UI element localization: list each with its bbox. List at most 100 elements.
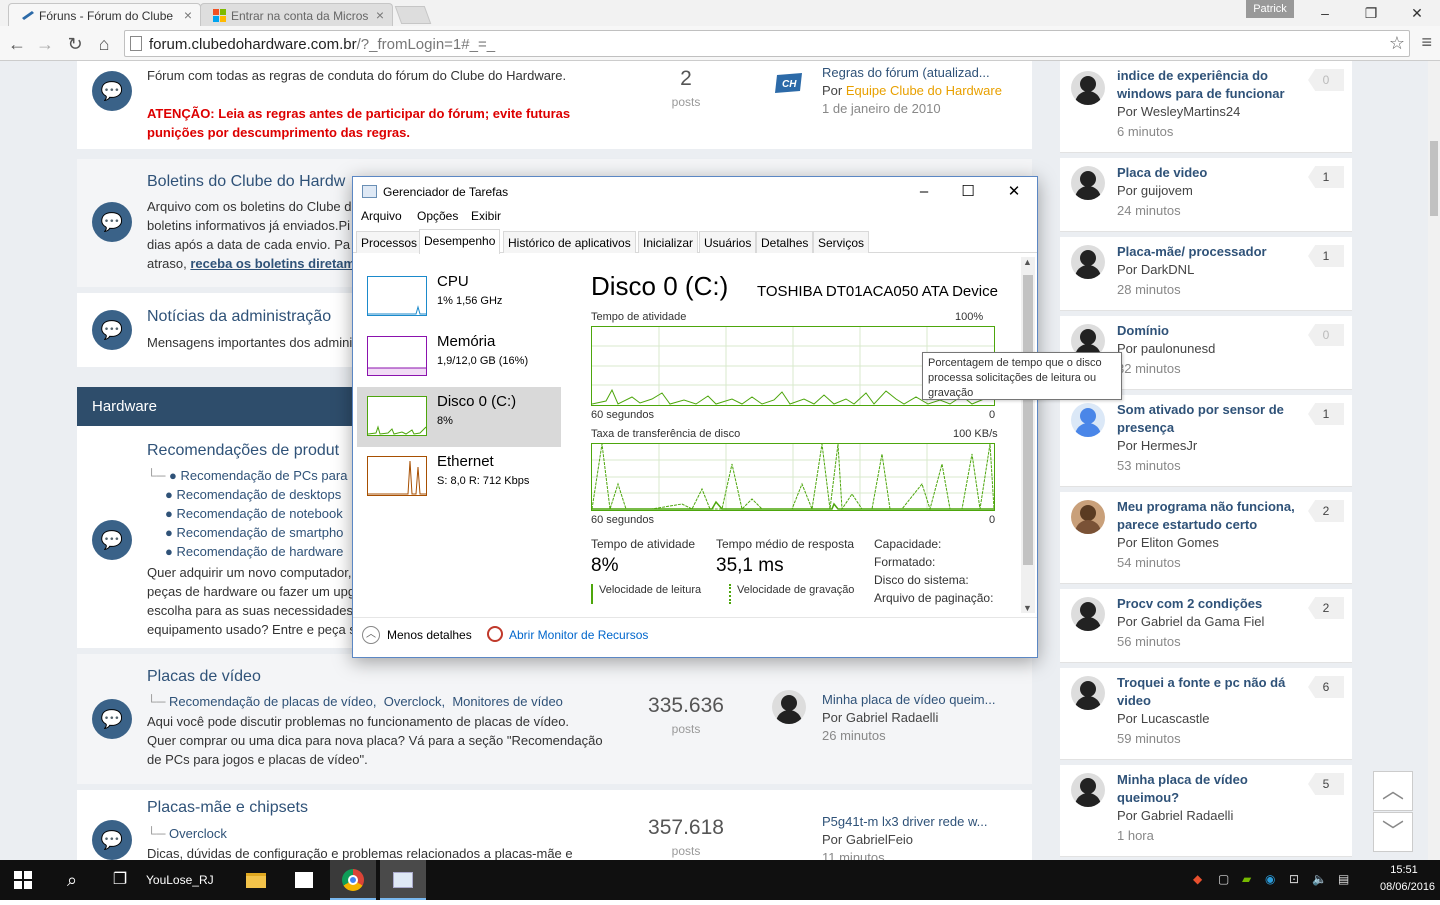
tray-sync-icon[interactable]: ◉ bbox=[1265, 872, 1279, 886]
scroll-top-button[interactable]: ︿ bbox=[1373, 771, 1413, 811]
close-tab-icon[interactable]: × bbox=[376, 7, 384, 23]
resource-disco[interactable]: Disco 0 (C:) 8% bbox=[357, 387, 561, 447]
minimize-icon[interactable]: – bbox=[1302, 0, 1348, 26]
task-view-icon[interactable]: ❐ bbox=[98, 860, 142, 900]
bookmark-star-icon[interactable]: ☆ bbox=[1389, 33, 1405, 54]
topic-author: Por paulonunesd bbox=[1117, 341, 1216, 356]
recent-topic[interactable]: Placa de video Por guijovem 24 minutos 1 bbox=[1060, 158, 1352, 232]
close-tab-icon[interactable]: × bbox=[184, 7, 192, 23]
scroll-up-icon[interactable]: ▲ bbox=[1023, 257, 1032, 267]
forum-title[interactable]: Placas de vídeo bbox=[147, 668, 261, 686]
subforum-link[interactable]: └─ Overclock bbox=[147, 826, 227, 841]
tab-usuarios[interactable]: Usuários bbox=[699, 231, 757, 253]
action-center-icon[interactable]: ▤ bbox=[1338, 872, 1352, 886]
recent-topic[interactable]: Som ativado por sensor de presença Por H… bbox=[1060, 395, 1352, 487]
taskbar-label[interactable]: YouLose_RJ bbox=[146, 860, 226, 900]
home-icon[interactable]: ⌂ bbox=[93, 33, 115, 55]
tm-scrollbar[interactable]: ▲ ▼ bbox=[1021, 257, 1035, 613]
menu-exibir[interactable]: Exibir bbox=[471, 209, 501, 223]
restore-icon[interactable]: ❐ bbox=[1348, 0, 1394, 26]
subforum-links[interactable]: └─ Recomendação de placas de vídeo, Over… bbox=[147, 694, 563, 709]
subforum-link[interactable]: ● Recomendação de desktops bbox=[165, 487, 341, 502]
tray-app-icon[interactable]: ◆ bbox=[1193, 872, 1207, 886]
search-icon[interactable]: ⌕ bbox=[50, 860, 94, 900]
recent-topic[interactable]: Troquei a fonte e pc não dá video Por Lu… bbox=[1060, 668, 1352, 760]
open-resource-monitor-link[interactable]: Abrir Monitor de Recursos bbox=[509, 628, 648, 642]
network-icon[interactable]: ⊡ bbox=[1289, 872, 1303, 886]
forum-title[interactable]: Boletins do Clube do Hardw bbox=[147, 173, 345, 191]
tab-historico[interactable]: Histórico de aplicativos bbox=[503, 231, 636, 253]
close-window-icon[interactable]: ✕ bbox=[1394, 0, 1440, 26]
volume-icon[interactable]: 🔈 bbox=[1312, 872, 1327, 886]
scroll-bottom-button[interactable]: ﹀ bbox=[1373, 812, 1413, 852]
stat-active-time: 8% bbox=[591, 555, 619, 576]
topic-title[interactable]: Placa-mãe/ processador bbox=[1117, 243, 1297, 261]
maximize-icon[interactable]: ☐ bbox=[945, 179, 991, 205]
store-icon[interactable] bbox=[282, 860, 326, 900]
start-button[interactable] bbox=[0, 860, 46, 900]
topic-title[interactable]: Placa de video bbox=[1117, 164, 1297, 182]
tab-inicializar[interactable]: Inicializar bbox=[638, 231, 699, 253]
nvidia-icon[interactable]: ▰ bbox=[1242, 872, 1256, 886]
recent-topic[interactable]: Placa-mãe/ processador Por DarkDNL 28 mi… bbox=[1060, 237, 1352, 311]
tab-microsoft[interactable]: Entrar na conta da Micros × bbox=[200, 3, 393, 26]
resource-ethernet[interactable]: Ethernet S: 8,0 R: 712 Kbps bbox=[357, 447, 561, 507]
url-text[interactable]: forum.clubedohardware.com.br/?_fromLogin… bbox=[149, 36, 495, 53]
less-details-button[interactable]: Menos detalhes bbox=[387, 628, 472, 642]
subforum-link[interactable]: ● Recomendação de notebook bbox=[165, 506, 343, 521]
forum-title[interactable]: Recomendações de produt bbox=[147, 442, 339, 460]
back-icon[interactable]: ← bbox=[6, 33, 28, 55]
new-tab-button[interactable] bbox=[394, 6, 432, 24]
page-scrollbar[interactable] bbox=[1428, 61, 1440, 860]
task-manager-window: Gerenciador de Tarefas – ☐ ✕ Arquivo Opç… bbox=[352, 176, 1038, 658]
resource-memoria[interactable]: Memória 1,9/12,0 GB (16%) bbox=[357, 327, 561, 387]
scroll-down-icon[interactable]: ▼ bbox=[1023, 603, 1032, 613]
stat-system-disk: Disco do sistema: bbox=[874, 573, 969, 587]
subforum-link[interactable]: ● Recomendação de smartpho bbox=[165, 525, 343, 540]
topic-title[interactable]: Troquei a fonte e pc não dá video bbox=[1117, 674, 1297, 710]
chrome-icon[interactable] bbox=[330, 860, 376, 900]
forum-title[interactable]: Placas-mãe e chipsets bbox=[147, 799, 308, 817]
address-bar[interactable]: forum.clubedohardware.com.br/?_fromLogin… bbox=[124, 30, 1410, 57]
avatar bbox=[1071, 403, 1105, 437]
recent-topic[interactable]: Meu programa não funciona, parece estart… bbox=[1060, 492, 1352, 584]
subforum-link[interactable]: └─ ● Recomendação de PCs para bbox=[147, 468, 347, 483]
profile-badge[interactable]: Patrick bbox=[1246, 0, 1294, 18]
resource-monitor-icon bbox=[487, 626, 503, 642]
tab-desempenho[interactable]: Desempenho bbox=[419, 229, 501, 254]
forum-desc: Fórum com todas as regras de conduta do … bbox=[147, 68, 567, 83]
recent-topic[interactable]: indice de experiência do windows para de… bbox=[1060, 61, 1352, 153]
taskbar-clock[interactable]: 15:51 08/06/2016 bbox=[1380, 862, 1435, 896]
last-post-title[interactable]: Regras do fórum (atualizad... bbox=[822, 65, 990, 80]
avatar[interactable] bbox=[772, 690, 806, 724]
tab-servicos[interactable]: Serviços bbox=[813, 231, 870, 253]
minimize-icon[interactable]: – bbox=[901, 179, 947, 205]
close-icon[interactable]: ✕ bbox=[991, 179, 1037, 205]
menu-arquivo[interactable]: Arquivo bbox=[361, 209, 402, 223]
tab-foruns[interactable]: Fóruns - Fórum do Clube × bbox=[8, 3, 201, 26]
recent-topic[interactable]: Procv com 2 condições Por Gabriel da Gam… bbox=[1060, 589, 1352, 663]
chrome-menu-icon[interactable]: ≡ bbox=[1421, 32, 1432, 53]
tab-detalhes[interactable]: Detalhes bbox=[756, 231, 814, 253]
topic-title[interactable]: Domínio bbox=[1117, 322, 1297, 340]
last-post-title[interactable]: Minha placa de vídeo queim... bbox=[822, 692, 995, 707]
topic-title[interactable]: Minha placa de vídeo queimou? bbox=[1117, 771, 1297, 807]
tab-processos[interactable]: Processos bbox=[356, 231, 423, 253]
tray-clipboard-icon[interactable]: ▢ bbox=[1218, 872, 1232, 886]
topic-title[interactable]: indice de experiência do windows para de… bbox=[1117, 67, 1297, 103]
resource-cpu[interactable]: CPU 1% 1,56 GHz bbox=[357, 267, 561, 327]
task-manager-taskbar-icon[interactable] bbox=[380, 860, 426, 900]
reload-icon[interactable]: ↻ bbox=[64, 33, 86, 55]
file-explorer-icon[interactable] bbox=[234, 860, 278, 900]
chevron-up-icon[interactable]: ︿ bbox=[362, 626, 380, 644]
forum-title[interactable]: Notícias da administração bbox=[147, 308, 331, 326]
topic-title[interactable]: Meu programa não funciona, parece estart… bbox=[1117, 498, 1297, 534]
forward-icon[interactable]: → bbox=[34, 33, 56, 55]
recent-topic[interactable]: Minha placa de vídeo queimou? Por Gabrie… bbox=[1060, 765, 1352, 857]
menu-opcoes[interactable]: Opções bbox=[417, 209, 458, 223]
last-post-title[interactable]: P5g41t-m lx3 driver rede w... bbox=[822, 814, 987, 829]
boletins-link[interactable]: receba os boletins diretam bbox=[190, 256, 355, 271]
topic-title[interactable]: Som ativado por sensor de presença bbox=[1117, 401, 1297, 437]
topic-title[interactable]: Procv com 2 condições bbox=[1117, 595, 1297, 613]
subforum-link[interactable]: ● Recomendação de hardware bbox=[165, 544, 343, 559]
